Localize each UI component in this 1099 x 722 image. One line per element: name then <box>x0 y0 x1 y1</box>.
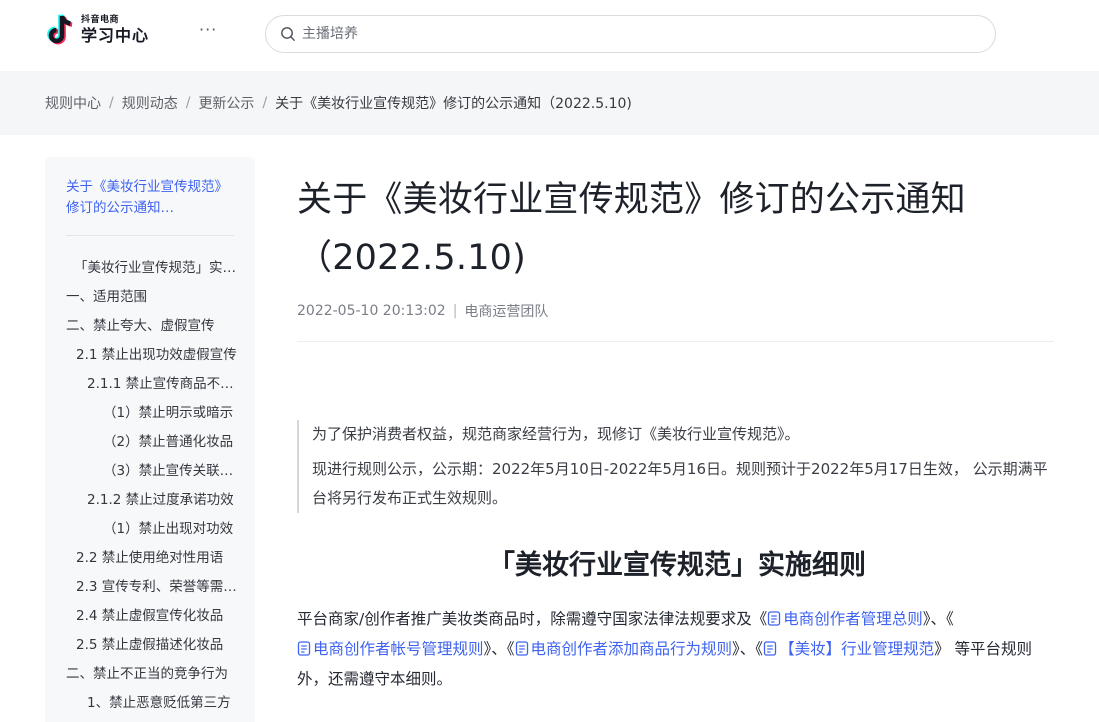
notice-quote: 为了保护消费者权益，规范商家经营行为，现修订《美妆行业宣传规范》。 现进行规则公… <box>297 420 1053 513</box>
more-menu-button[interactable]: ··· <box>199 20 217 39</box>
toc-item[interactable]: 二、禁止夸大、虚假宣传 <box>45 316 255 345</box>
toc-item[interactable]: 二、禁止不正当的竞争行为 <box>45 664 255 693</box>
breadcrumb: 规则中心 / 规则动态 / 更新公示 / 关于《美妆行业宣传规范》修订的公示通知… <box>0 71 1099 135</box>
article-title: 关于《美妆行业宣传规范》修订的公示通知（2022.5.10) <box>297 180 966 278</box>
toc-item[interactable]: 2.2 禁止使用绝对性用语 <box>45 548 255 577</box>
douyin-ecommerce-learning-logo[interactable]: 抖音电商 学习中心 <box>45 12 155 48</box>
breadcrumb-separator: / <box>109 95 114 111</box>
link-label: 电商创作者添加商品行为规则 <box>530 640 733 658</box>
breadcrumb-current-page: 关于《美妆行业宣传规范》修订的公示通知（2022.5.10) <box>275 96 632 112</box>
toc-item[interactable]: 2.1 禁止出现功效虚假宣传 <box>45 345 255 374</box>
document-icon <box>515 641 528 656</box>
article: 关于《美妆行业宣传规范》修订的公示通知（2022.5.10) 2022-05-1… <box>297 157 1057 694</box>
breadcrumb-rules-center[interactable]: 规则中心 <box>45 93 101 113</box>
link-label: 【美妆】行业管理规范 <box>779 640 935 658</box>
article-meta: 2022-05-10 20:13:02 | 电商运营团队 <box>297 301 1057 321</box>
breadcrumb-separator: / <box>262 95 268 111</box>
link-label: 电商创作者管理总则 <box>783 610 923 628</box>
intro-paragraph: 平台商家/创作者推广美妆类商品时，除需遵守国家法律法规要求及《 电商创作者管理总则… <box>297 604 1057 694</box>
top-header: 抖音电商 学习中心 ··· <box>0 0 1099 70</box>
toc-item[interactable]: （1）禁止出现对功效 <box>45 519 255 548</box>
link-separator: 》、《 <box>922 610 954 628</box>
rule-link-beauty-industry[interactable]: 【美妆】行业管理规范 <box>763 640 934 658</box>
notice-paragraph: 为了保护消费者权益，规范商家经营行为，现修订《美妆行业宣传规范》。 <box>312 425 800 443</box>
toc-item[interactable]: 1、禁止恶意贬低第三方 <box>45 693 255 722</box>
search-input[interactable] <box>302 26 982 42</box>
rule-link-creator-general[interactable]: 电商创作者管理总则 <box>767 610 923 628</box>
title-divider <box>297 341 1054 342</box>
logo-subtitle: 抖音电商 <box>81 15 120 25</box>
link-label: 电商创作者帐号管理规则 <box>313 640 484 658</box>
document-icon <box>297 641 311 656</box>
meta-separator: | <box>452 303 458 319</box>
toc-item[interactable]: 2.1.2 禁止过度承诺功效 <box>45 490 255 519</box>
toc-item[interactable]: 「美妆行业宣传规范」实施细则 <box>45 258 255 287</box>
section-heading: 「美妆行业宣传规范」实施细则 <box>488 550 866 581</box>
logo-text: 抖音电商 学习中心 <box>81 16 149 44</box>
toc-item[interactable]: 2.1.1 禁止宣传商品不具备的功效 <box>45 374 255 403</box>
toc-item[interactable]: 2.3 宣传专利、荣誉等需真实 <box>45 577 255 606</box>
rule-link-add-products[interactable]: 电商创作者添加商品行为规则 <box>515 640 733 658</box>
table-of-contents: 关于《美妆行业宣传规范》修订的公示通知（2022.5.10) 「美妆行业宣传规范… <box>45 157 255 722</box>
rule-link-account-management[interactable]: 电商创作者帐号管理规则 <box>297 640 484 658</box>
link-separator: 》、《 <box>483 640 515 658</box>
toc-article-title[interactable]: 关于《美妆行业宣传规范》修订的公示通知（2022.5.10) <box>66 177 236 219</box>
tiktok-logo-icon <box>47 14 73 45</box>
breadcrumb-update-notices[interactable]: 更新公示 <box>198 93 254 113</box>
toc-list: 「美妆行业宣传规范」实施细则 一、适用范围 二、禁止夸大、虚假宣传 2.1 禁止… <box>45 258 255 722</box>
toc-item[interactable]: （3）禁止宣传关联功效 <box>45 461 255 490</box>
toc-item[interactable]: 一、适用范围 <box>45 287 255 316</box>
search-icon <box>281 27 295 41</box>
breadcrumb-rules-updates[interactable]: 规则动态 <box>122 93 178 113</box>
toc-item[interactable]: （1）禁止明示或暗示 <box>45 403 255 432</box>
toc-item[interactable]: （2）禁止普通化妆品 <box>45 432 255 461</box>
publish-date: 2022-05-10 20:13:02 <box>297 303 446 319</box>
link-separator: 》、《 <box>732 640 764 658</box>
toc-divider <box>66 235 234 236</box>
intro-text: 平台商家/创作者推广美妆类商品时，除需遵守国家法律法规要求及《 <box>297 610 768 628</box>
document-icon <box>768 611 781 626</box>
notice-paragraph: 现进行规则公示，公示期：2022年5月10日-2022年5月16日。规则预计于2… <box>312 460 1048 507</box>
search-box[interactable] <box>265 15 996 53</box>
toc-item[interactable]: 2.5 禁止虚假描述化妆品 <box>45 635 255 664</box>
article-author[interactable]: 电商运营团队 <box>464 301 548 321</box>
document-icon <box>763 641 777 656</box>
breadcrumb-separator: / <box>185 95 191 111</box>
toc-item[interactable]: 2.4 禁止虚假宣传化妆品 <box>45 606 255 635</box>
logo-title: 学习中心 <box>81 26 150 45</box>
